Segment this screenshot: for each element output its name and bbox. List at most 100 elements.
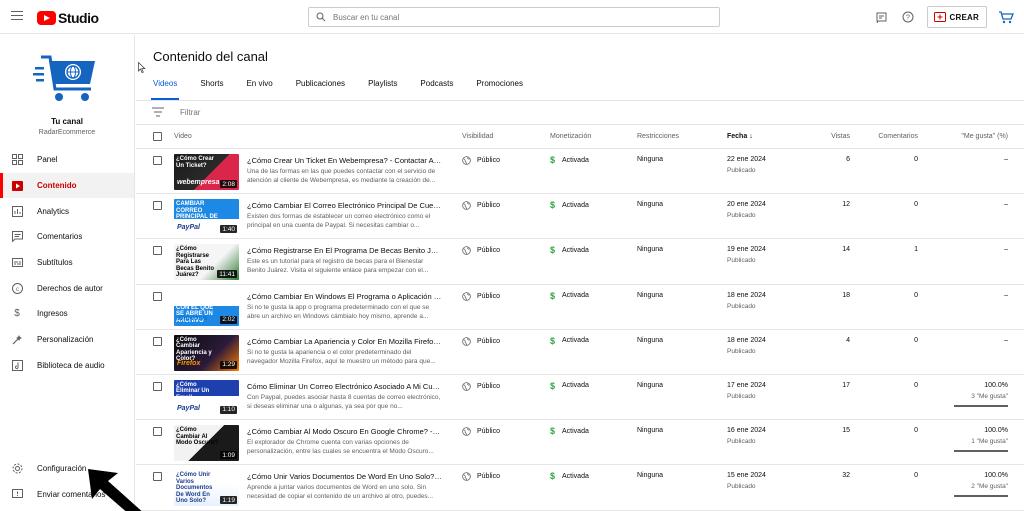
sidebar-item-subtitles[interactable]: Subtítulos: [0, 250, 134, 276]
table-row[interactable]: ¿Cómo Cambiar Al Modo Oscuro? 1:09 ¿Cómo C…: [136, 420, 1024, 466]
visibility-cell[interactable]: Público: [462, 291, 500, 301]
filter-bar[interactable]: [152, 102, 1012, 122]
visibility-cell[interactable]: Público: [462, 382, 500, 391]
select-all-checkbox[interactable]: [153, 132, 162, 141]
video-thumbnail[interactable]: ¿Cómo Cambiar Apariencia y Color? Firefox…: [174, 334, 239, 371]
tab-promotions[interactable]: Promociones: [476, 74, 523, 100]
row-checkbox[interactable]: [153, 336, 162, 346]
studio-logo[interactable]: Studio: [37, 10, 99, 26]
tab-podcasts[interactable]: Podcasts: [420, 74, 453, 100]
mouse-cursor-icon: [138, 62, 146, 73]
menu-icon[interactable]: [11, 11, 23, 21]
top-bar: Studio ? CREAR: [0, 0, 1024, 34]
row-checkbox[interactable]: [153, 472, 162, 482]
monetization-cell[interactable]: $ Activada: [550, 200, 589, 210]
column-header-likes[interactable]: "Me gusta" (%): [926, 133, 1008, 140]
monetization-cell[interactable]: $ Activada: [550, 471, 589, 481]
filter-icon[interactable]: [152, 107, 164, 117]
video-title[interactable]: ¿Cómo Registrarse En El Programa De Beca…: [247, 246, 442, 255]
table-row[interactable]: ¿Cómo Eliminar Un Email Asociado A MI Cu…: [136, 375, 1024, 421]
sidebar-item-analytics[interactable]: Analytics: [0, 198, 134, 224]
publish-date: 20 ene 2024: [727, 201, 766, 209]
table-row[interactable]: ¿Cómo Registrarse Para Las Becas Benito …: [136, 239, 1024, 285]
column-header-comments[interactable]: Comentarios: [856, 133, 918, 140]
video-title[interactable]: ¿Cómo Unir Varios Documentos De Word En …: [247, 472, 442, 481]
visibility-label: Público: [477, 247, 500, 255]
column-header-restrictions[interactable]: Restricciones: [637, 133, 679, 140]
sidebar-nav: Panel Contenido Analytics Comentarios Su…: [0, 147, 134, 378]
monetization-cell[interactable]: $ Activada: [550, 291, 589, 301]
video-description: Este es un tutorial para el registro de …: [247, 258, 429, 275]
video-thumbnail[interactable]: ¿Cómo Crear Un Ticket? webempresa 2:08: [174, 154, 239, 190]
visibility-cell[interactable]: Público: [462, 246, 500, 256]
visibility-cell[interactable]: Público: [462, 336, 500, 346]
sidebar-item-content[interactable]: Contenido: [0, 172, 134, 199]
column-header-date[interactable]: Fecha ↓: [727, 133, 753, 140]
sidebar-item-copyright[interactable]: c Derechos de autor: [0, 275, 134, 301]
sidebar-item-earnings[interactable]: $ Ingresos: [0, 301, 134, 327]
row-checkbox[interactable]: [153, 427, 162, 437]
comments-count: 0: [914, 381, 918, 389]
tab-posts[interactable]: Publicaciones: [296, 74, 345, 100]
video-title[interactable]: ¿Cómo Cambiar El Correo Electrónico Prin…: [247, 201, 442, 210]
visibility-cell[interactable]: Público: [462, 472, 500, 482]
tab-playlists[interactable]: Playlists: [368, 74, 397, 100]
monetization-cell[interactable]: $ Activada: [550, 245, 589, 255]
channel-logo[interactable]: [33, 53, 99, 109]
table-row[interactable]: ¿Cómo Cambiar Apariencia y Color? Firefox…: [136, 330, 1024, 375]
visibility-cell[interactable]: Público: [462, 201, 500, 210]
video-thumbnail[interactable]: ¿Cómo Eliminar Un Email Asociado A MI Cu…: [174, 379, 239, 416]
column-header-monetization[interactable]: Monetización: [550, 133, 591, 140]
video-thumbnail[interactable]: ¿Cómo Registrarse Para Las Becas Benito …: [174, 244, 239, 281]
visibility-label: Público: [477, 337, 500, 345]
row-checkbox[interactable]: [153, 291, 162, 301]
visibility-label: Público: [477, 157, 500, 164]
table-row[interactable]: CAMBIAR CORREO PRINCIPAL DE PayPal 1:40 ¿Có…: [136, 194, 1024, 240]
row-checkbox[interactable]: [153, 156, 162, 165]
table-row[interactable]: ¿Cómo Crear Un Ticket? webempresa 2:08 ¿Cóm…: [136, 149, 1024, 195]
video-thumbnail[interactable]: CAMBIAR EL PROGRAMA CON EL QUE SE ABRE U…: [174, 289, 239, 326]
video-title[interactable]: ¿Cómo Crear Un Ticket En Webempresa? - C…: [247, 156, 442, 165]
monetization-cell[interactable]: $ Activada: [550, 426, 589, 436]
feedback-icon[interactable]: [875, 10, 889, 24]
column-header-visibility[interactable]: Visibilidad: [462, 133, 493, 140]
video-title[interactable]: ¿Cómo Cambiar La Apariencia y Color En M…: [247, 337, 442, 346]
main-content: Contenido del canal Videos Shorts En viv…: [136, 35, 1024, 511]
row-checkbox[interactable]: [153, 381, 162, 391]
tab-shorts[interactable]: Shorts: [200, 74, 223, 100]
row-checkbox[interactable]: [153, 201, 162, 211]
video-thumbnail[interactable]: ¿Cómo Cambiar Al Modo Oscuro? 1:09: [174, 425, 239, 462]
video-thumbnail[interactable]: CAMBIAR CORREO PRINCIPAL DE PayPal 1:40: [174, 199, 239, 236]
video-title[interactable]: ¿Cómo Cambiar Al Modo Oscuro En Google C…: [247, 427, 442, 436]
visibility-cell[interactable]: Público: [462, 156, 500, 165]
monetization-cell[interactable]: $ Activada: [550, 336, 589, 346]
sidebar-item-label: Comentarios: [37, 232, 83, 242]
filter-input[interactable]: [180, 107, 480, 117]
search-input[interactable]: [333, 12, 703, 22]
youtube-play-icon: [37, 11, 56, 25]
account-avatar[interactable]: [997, 8, 1015, 26]
row-checkbox[interactable]: [153, 246, 162, 256]
views-count: 15: [842, 427, 850, 435]
table-row[interactable]: ¿Cómo Unir Varios Documentos De Word En …: [136, 465, 1024, 511]
sidebar-item-panel[interactable]: Panel: [0, 147, 134, 173]
visibility-cell[interactable]: Público: [462, 427, 500, 436]
column-header-views[interactable]: Vistas: [786, 133, 850, 140]
sidebar-item-audio-library[interactable]: Biblioteca de audio: [0, 353, 134, 379]
sidebar-item-comments[interactable]: Comentarios: [0, 224, 134, 250]
video-title[interactable]: Cómo Eliminar Un Correo Electrónico Asoc…: [247, 382, 442, 391]
help-icon[interactable]: ?: [901, 10, 915, 24]
monetization-cell[interactable]: $ Activada: [550, 155, 589, 165]
video-thumbnail[interactable]: ¿Cómo Unir Varios Documentos De Word En …: [174, 470, 239, 507]
tab-live[interactable]: En vivo: [246, 74, 272, 100]
table-row[interactable]: CAMBIAR EL PROGRAMA CON EL QUE SE ABRE U…: [136, 285, 1024, 330]
likes-percent: –: [1004, 336, 1008, 344]
create-button[interactable]: CREAR: [926, 6, 987, 28]
dollar-icon: $: [550, 426, 556, 437]
monetization-cell[interactable]: $ Activada: [550, 381, 589, 391]
video-title[interactable]: ¿Cómo Cambiar En Windows El Programa o A…: [247, 292, 442, 301]
sidebar-item-label: Derechos de autor: [37, 283, 103, 293]
search-box[interactable]: [308, 7, 720, 27]
tab-videos[interactable]: Videos: [150, 74, 180, 100]
sidebar-item-customization[interactable]: Personalización: [0, 327, 134, 353]
